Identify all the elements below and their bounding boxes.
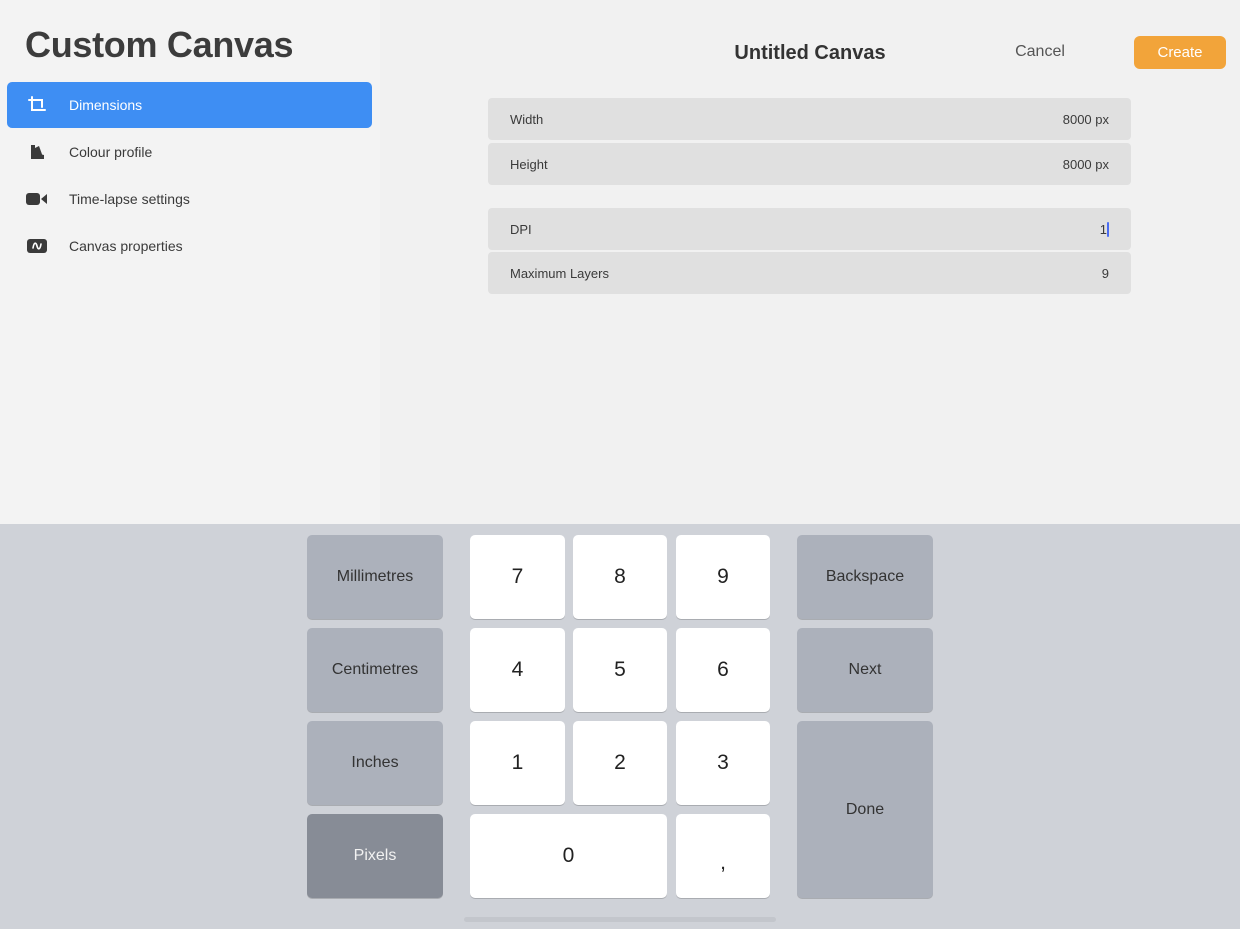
canvas-title: Untitled Canvas	[734, 42, 886, 64]
digit-2-key[interactable]: 2	[573, 721, 667, 805]
height-label: Height	[510, 156, 548, 172]
main-panel: Untitled Canvas Cancel Create Width 8000…	[380, 0, 1240, 524]
dpi-value: 1	[1099, 221, 1107, 237]
sidebar-item-time-lapse-settings[interactable]: Time-lapse settings	[7, 176, 372, 222]
digit-5-key[interactable]: 5	[573, 628, 667, 712]
home-indicator	[464, 917, 776, 922]
numeric-keypad: Millimetres Centimetres Inches Pixels 7 …	[0, 524, 1240, 929]
canvas-properties-icon	[26, 235, 48, 257]
digit-3-key[interactable]: 3	[676, 721, 770, 805]
sidebar-item-canvas-properties[interactable]: Canvas properties	[7, 223, 372, 269]
sidebar: Custom Canvas Dimensions Colour profile …	[0, 0, 380, 524]
colour-swatch-icon	[26, 141, 48, 163]
sidebar-item-dimensions[interactable]: Dimensions	[7, 82, 372, 128]
dpi-field[interactable]: DPI 1	[488, 208, 1131, 250]
digit-6-key[interactable]: 6	[676, 628, 770, 712]
digit-1-key[interactable]: 1	[470, 721, 565, 805]
height-value: 8000 px	[1062, 156, 1109, 172]
digit-0-key[interactable]: 0	[470, 814, 667, 898]
unit-pixels-key[interactable]: Pixels	[307, 814, 443, 898]
next-key[interactable]: Next	[797, 628, 933, 712]
sidebar-item-label: Dimensions	[69, 97, 143, 113]
sidebar-item-label: Colour profile	[69, 144, 153, 160]
maximum-layers-label: Maximum Layers	[510, 265, 609, 281]
width-value: 8000 px	[1062, 111, 1109, 127]
unit-centimetres-key[interactable]: Centimetres	[307, 628, 443, 712]
cancel-button[interactable]: Cancel	[1000, 36, 1080, 68]
sidebar-item-colour-profile[interactable]: Colour profile	[7, 129, 372, 175]
digit-4-key[interactable]: 4	[470, 628, 565, 712]
dpi-value-wrap: 1	[1099, 221, 1109, 237]
comma-key[interactable]: ,	[676, 814, 770, 898]
height-field[interactable]: Height 8000 px	[488, 143, 1131, 185]
done-key[interactable]: Done	[797, 721, 933, 898]
unit-millimetres-key[interactable]: Millimetres	[307, 535, 443, 619]
text-cursor	[1107, 221, 1109, 237]
digit-8-key[interactable]: 8	[573, 535, 667, 619]
unit-inches-key[interactable]: Inches	[307, 721, 443, 805]
maximum-layers-value: 9	[1101, 265, 1109, 281]
sidebar-nav: Dimensions Colour profile Time-lapse set…	[7, 82, 372, 270]
width-field[interactable]: Width 8000 px	[488, 98, 1131, 140]
backspace-key[interactable]: Backspace	[797, 535, 933, 619]
dpi-label: DPI	[510, 221, 532, 237]
maximum-layers-field[interactable]: Maximum Layers 9	[488, 252, 1131, 294]
width-label: Width	[510, 111, 544, 127]
digit-9-key[interactable]: 9	[676, 535, 770, 619]
sidebar-item-label: Canvas properties	[69, 238, 183, 254]
sidebar-item-label: Time-lapse settings	[69, 191, 190, 207]
video-camera-icon	[26, 188, 48, 210]
canvas-settings-panel: Custom Canvas Dimensions Colour profile …	[0, 0, 1240, 524]
crop-dimensions-icon	[26, 94, 48, 116]
app-title: Custom Canvas	[25, 24, 294, 65]
digit-7-key[interactable]: 7	[470, 535, 565, 619]
create-button[interactable]: Create	[1134, 36, 1226, 69]
